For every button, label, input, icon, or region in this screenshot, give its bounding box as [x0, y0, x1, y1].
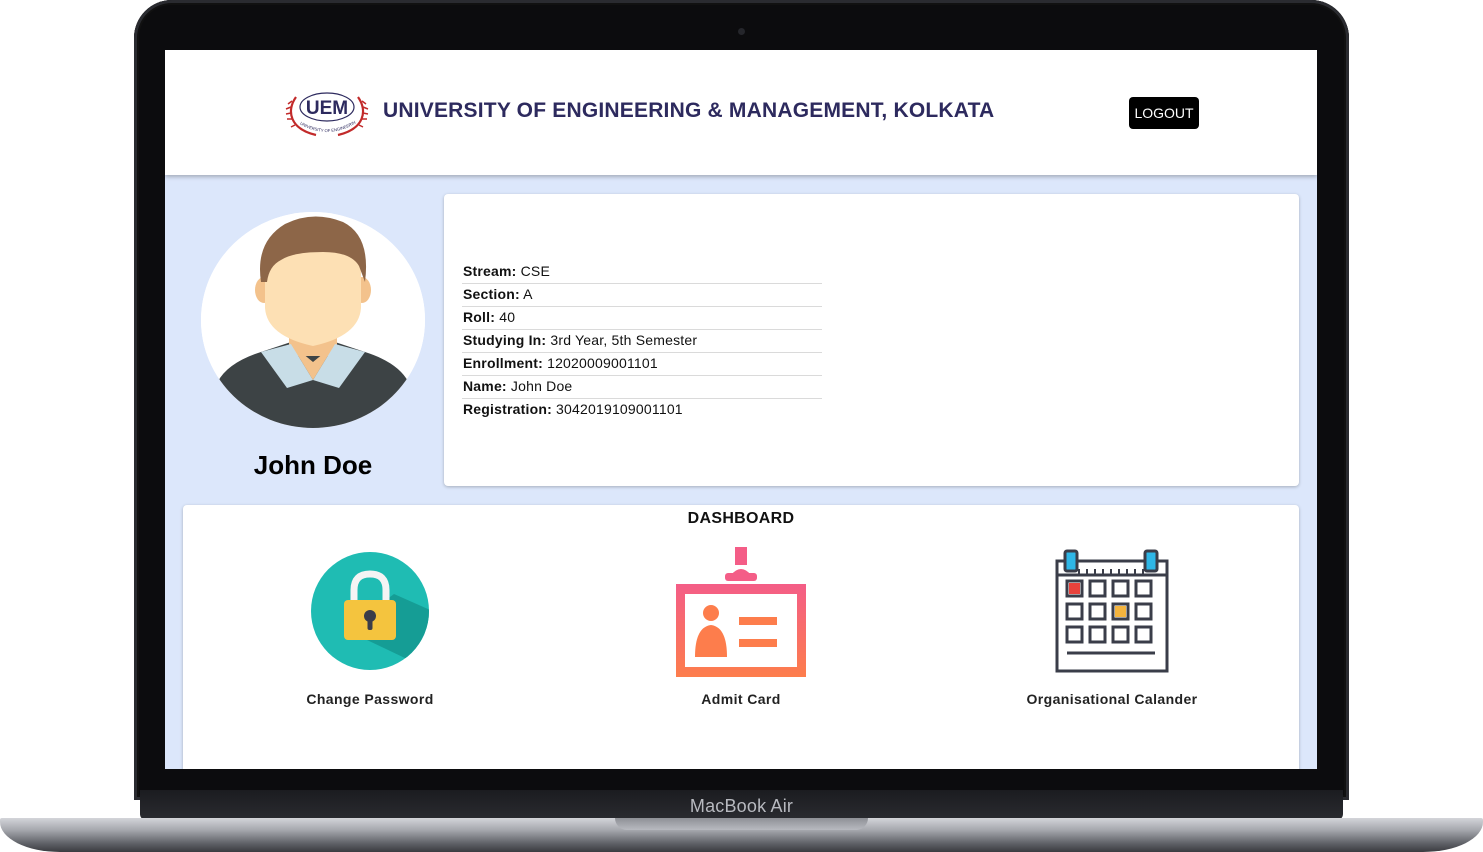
avatar	[201, 212, 425, 428]
detail-value: 3rd Year, 5th Semester	[550, 332, 698, 348]
user-avatar-icon	[201, 212, 425, 428]
change-password-label: Change Password	[306, 691, 434, 707]
detail-label: Section:	[463, 286, 520, 302]
detail-row-name: Name: John Doe	[462, 377, 822, 399]
detail-row-section: Section: A	[462, 285, 822, 307]
dashboard-title: DASHBOARD	[687, 510, 795, 527]
detail-value: 3042019109001101	[556, 401, 683, 417]
detail-value: CSE	[520, 263, 551, 279]
student-name: John Doe	[253, 450, 373, 480]
detail-label: Registration:	[463, 401, 552, 417]
top-header: UEM UNIVERSITY OF ENGINEERING & MANAGEME…	[165, 50, 1317, 175]
detail-value: 12020009001101	[547, 355, 658, 371]
detail-value: A	[523, 286, 533, 302]
organisational-calendar-tile[interactable]: Organisational Calander	[992, 545, 1232, 715]
uem-logo: UEM UNIVERSITY OF ENGINEERING & MANAGEME…	[282, 89, 369, 137]
detail-value: John Doe	[510, 378, 573, 394]
student-info-card: Stream: CSE Section: A Roll: 40 Studying…	[444, 194, 1299, 486]
admit-card-tile[interactable]: Admit Card	[621, 545, 861, 715]
svg-text:UEM: UEM	[306, 98, 348, 119]
detail-row-registration: Registration: 3042019109001101	[462, 400, 822, 421]
change-password-tile[interactable]: Change Password	[250, 545, 490, 715]
camera-icon	[738, 28, 745, 35]
calendar-icon	[1055, 549, 1169, 673]
dashboard-panel: DASHBOARD Change Password Admit Card Org…	[183, 505, 1299, 769]
organisational-calendar-label: Organisational Calander	[1026, 691, 1198, 707]
detail-row-roll: Roll: 40	[462, 308, 822, 330]
admit-card-label: Admit Card	[701, 691, 781, 707]
detail-value: 40	[499, 309, 516, 325]
university-title: UNIVERSITY OF ENGINEERING & MANAGEMENT, …	[383, 99, 995, 122]
lock-icon	[311, 552, 429, 670]
laptop-chin: MacBook Air	[140, 790, 1343, 820]
detail-label: Stream:	[463, 263, 517, 279]
detail-label: Studying In:	[463, 332, 547, 348]
laptop-hinge-notch	[615, 818, 868, 830]
detail-row-enrollment: Enrollment: 12020009001101	[462, 354, 822, 376]
detail-row-studying-in: Studying In: 3rd Year, 5th Semester	[462, 331, 822, 353]
detail-label: Enrollment:	[463, 355, 543, 371]
logout-button[interactable]: LOGOUT	[1129, 97, 1199, 129]
app-screen: UEM UNIVERSITY OF ENGINEERING & MANAGEME…	[165, 50, 1317, 769]
student-details-list: Stream: CSE Section: A Roll: 40 Studying…	[462, 262, 822, 422]
detail-row-stream: Stream: CSE	[462, 262, 822, 284]
device-brand-label: MacBook Air	[689, 796, 794, 816]
id-card-icon	[676, 547, 806, 677]
detail-label: Roll:	[463, 309, 496, 325]
detail-label: Name:	[463, 378, 507, 394]
